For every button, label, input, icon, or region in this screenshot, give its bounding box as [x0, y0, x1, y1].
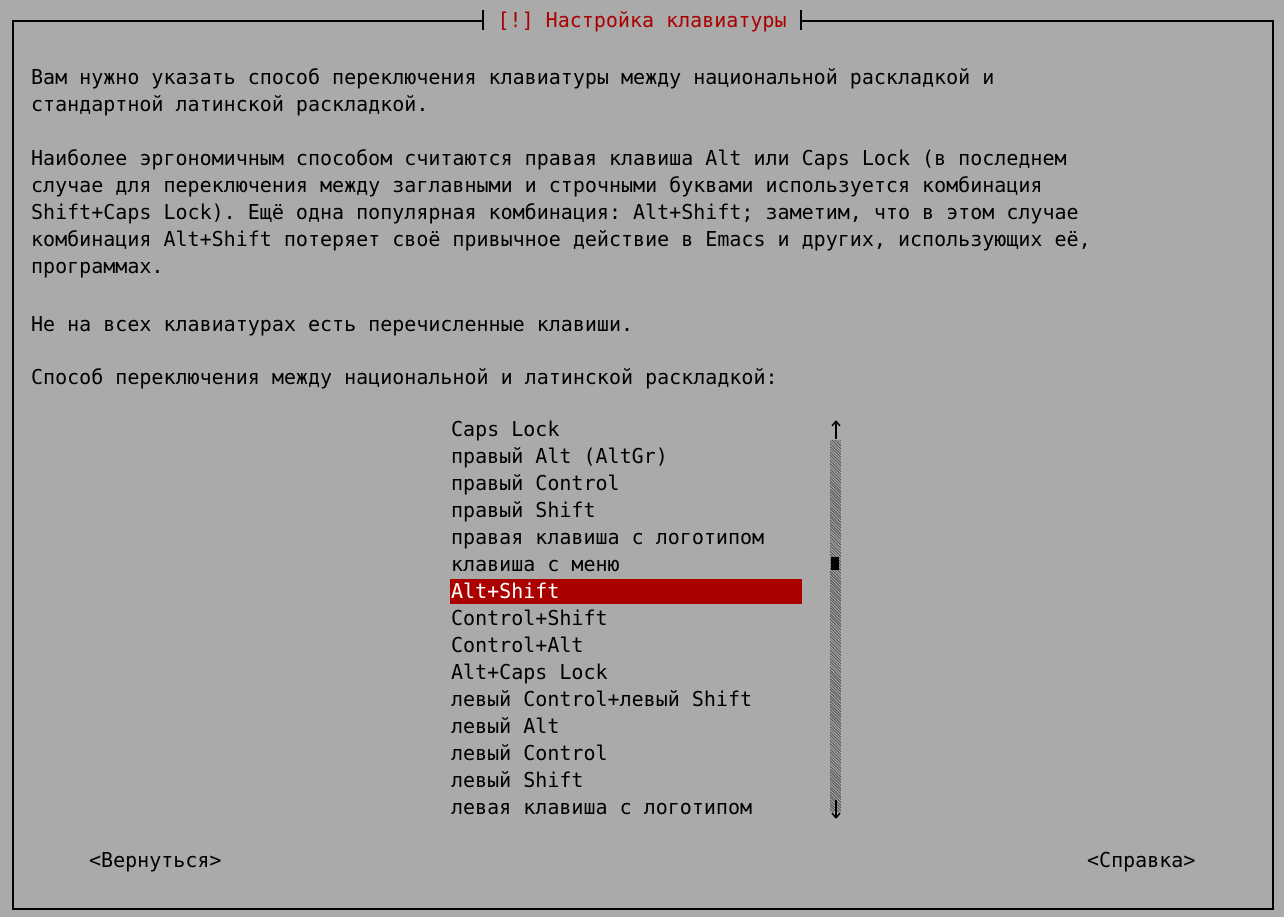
intro-paragraph: Вам нужно указать способ переключения кл… — [31, 65, 995, 116]
list-item[interactable]: Control+Shift — [450, 605, 802, 632]
help-button[interactable]: <Справка> — [1087, 847, 1195, 874]
scroll-track[interactable] — [830, 440, 841, 812]
dialog-title: [!] Настройка клавиатуры — [481, 8, 803, 32]
prompt-label: Способ переключения между национальной и… — [31, 365, 778, 389]
list-item[interactable]: левая клавиша с логотипом — [450, 794, 802, 821]
title-border-right — [800, 10, 803, 30]
list-item[interactable]: левый Control — [450, 740, 802, 767]
list-item[interactable]: левый Shift — [450, 767, 802, 794]
list-item[interactable]: Alt+Caps Lock — [450, 659, 802, 686]
list-item[interactable]: клавиша с меню — [450, 551, 802, 578]
list-item[interactable]: правая клавиша с логотипом — [450, 524, 802, 551]
scroll-down-arrow-icon[interactable] — [829, 800, 843, 819]
keys-note-paragraph: Не на всех клавиатурах есть перечисленны… — [31, 312, 634, 336]
dialog-title-text: [!] Настройка клавиатуры — [497, 8, 787, 32]
back-button[interactable]: <Вернуться> — [89, 847, 221, 874]
scroll-thumb[interactable] — [831, 557, 839, 570]
dialog-title-bar: [!] Настройка клавиатуры — [0, 9, 1284, 31]
scroll-up-arrow-icon[interactable] — [829, 420, 843, 439]
list-scrollbar[interactable] — [829, 420, 843, 820]
list-item[interactable]: Control+Alt — [450, 632, 802, 659]
switch-method-list[interactable]: Caps Lock правый Alt (AltGr) правый Contro… — [450, 416, 802, 821]
list-item[interactable]: правый Alt (AltGr) — [450, 443, 802, 470]
title-border-left — [481, 10, 484, 30]
list-item[interactable]: левый Control+левый Shift — [450, 686, 802, 713]
list-item[interactable]: левый Alt — [450, 713, 802, 740]
list-item[interactable]: правый Control — [450, 470, 802, 497]
list-item[interactable]: правый Shift — [450, 497, 802, 524]
list-item[interactable]: Caps Lock — [450, 416, 802, 443]
ergonomic-paragraph: Наиболее эргономичным способом считаются… — [31, 146, 1091, 278]
list-item-selected[interactable]: Alt+Shift — [450, 579, 802, 604]
